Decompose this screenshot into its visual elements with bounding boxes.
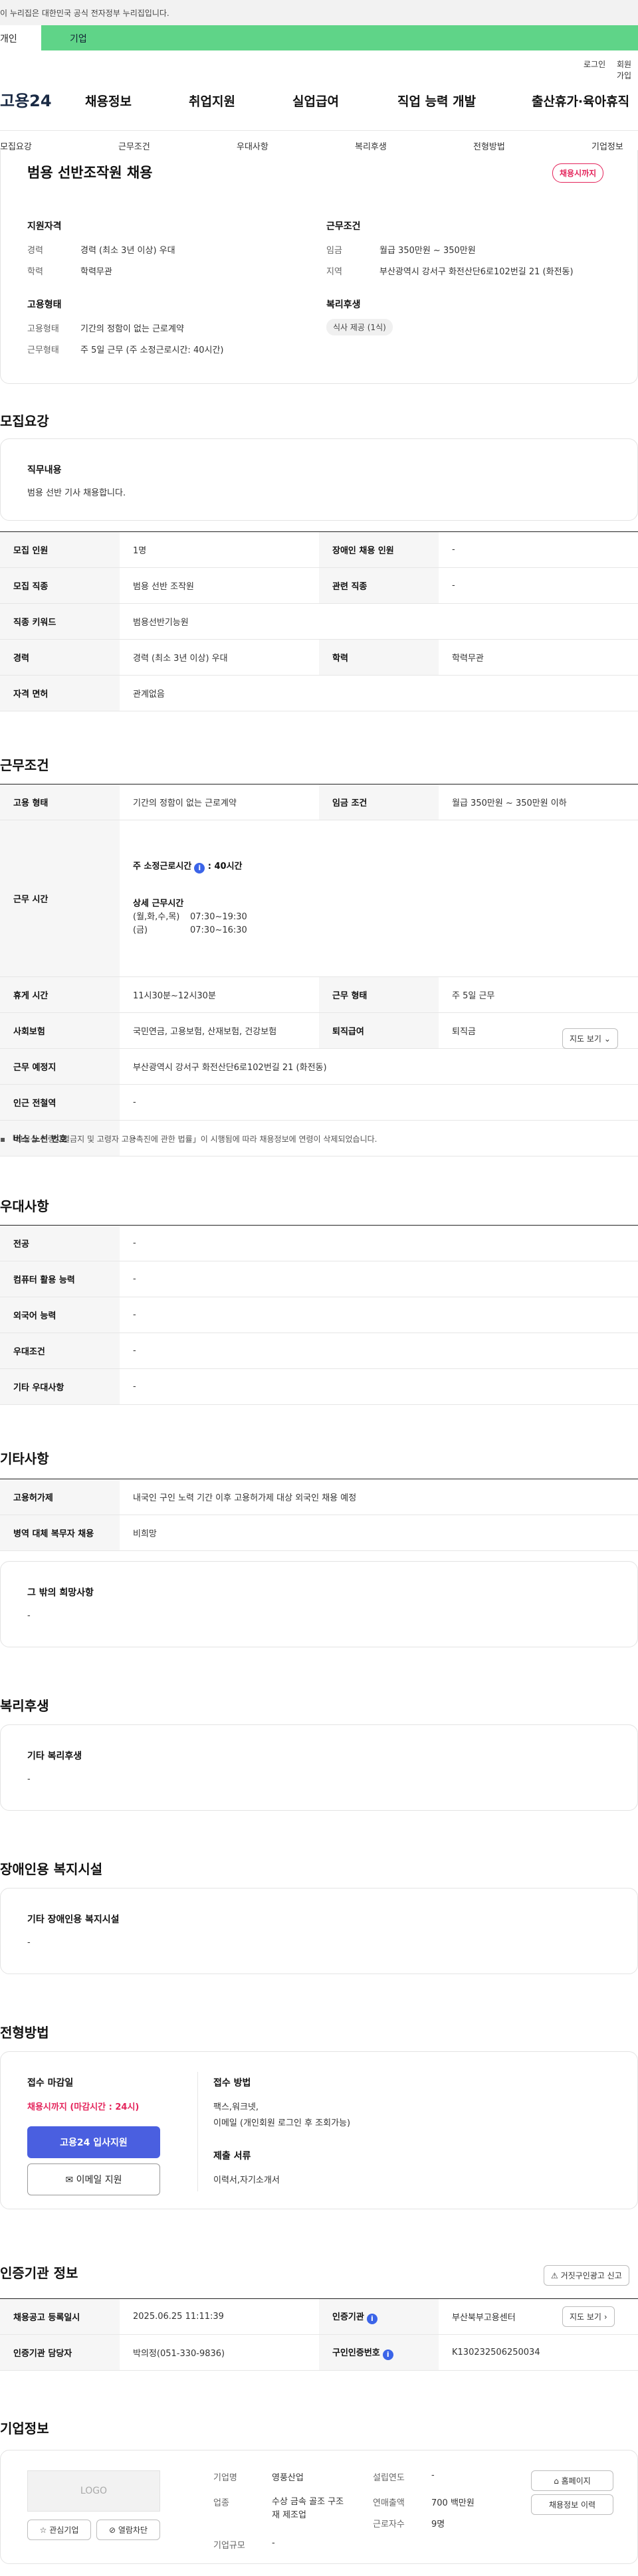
block-view-button[interactable]: ⊘ 열람차단 <box>96 2520 160 2540</box>
weekly-hours-label: 주 소정근로시간 <box>133 861 192 872</box>
etc-section-title: 기타사항 <box>0 1451 49 1467</box>
table-row: 외국어 능력 - <box>0 1297 638 1333</box>
summary-card: 범용 선반조작원 채용 채용시까지 지원자격 경력 경력 (최소 3년 이상) … <box>0 150 638 384</box>
block-icon: ⊘ <box>108 2526 116 2535</box>
wage-value: 월급 350만원 ~ 350만원 <box>379 246 476 256</box>
homepage-button[interactable]: ⌂ 홈페이지 <box>531 2470 613 2491</box>
tab-person[interactable]: 개인 <box>0 25 41 50</box>
mail-icon: ✉ <box>65 2175 74 2185</box>
table-row: 고용허가제 내국인 구인 노력 기간 이후 고용허가제 대상 외국인 채용 예정 <box>0 1479 638 1515</box>
table-row: 근무 시간 주 소정근로시간 i : 40시간 상세 근무시간 (월,화,수,목)… <box>0 820 638 977</box>
table-row: 고용 형태 기간의 정함이 없는 근로계약 임금 조건 월급 350만원 ~ 3… <box>0 784 638 820</box>
favorite-company-button[interactable]: ☆ 관심기업 <box>27 2520 91 2540</box>
company-name: 영풍산업 <box>272 2473 304 2483</box>
selection-section-title: 전형방법 <box>0 2025 49 2041</box>
table-row: 근무 예정지 부산광역시 강서구 화전산단6로102번길 21 (화전동) <box>0 1048 638 1085</box>
company-industry: 수상 금속 골조 구조재 제조업 <box>272 2497 344 2520</box>
site-logo[interactable]: 고용24 <box>0 88 52 111</box>
gnb-item-jobs[interactable]: 채용정보 <box>85 92 132 110</box>
table-row: 컴퓨터 활용 능력 - <box>0 1261 638 1297</box>
age-law-note: ▪ 「고용상 연령차별금지 및 고령자 고용촉진에 관한 법률」이 시행됨에 따… <box>0 1135 377 1144</box>
area-value: 부산광역시 강서구 화전산단6로102번길 21 (화전동) <box>379 267 574 277</box>
chevron-down-icon: ⌄ <box>603 1034 611 1044</box>
edu-value: 학력무관 <box>80 267 112 277</box>
info-icon[interactable]: i <box>366 2313 377 2324</box>
cert-map-button[interactable]: 지도 보기 › <box>562 2306 615 2327</box>
job-desc-card: 직무내용 범용 선반 기사 채용합니다. <box>0 438 638 521</box>
login-link[interactable]: 로그인 <box>584 58 605 70</box>
table-row: 사회보험 국민연금, 고용보험, 산재보험, 건강보험 퇴직급여 퇴직금 <box>0 1012 638 1049</box>
star-icon: ☆ <box>39 2526 47 2535</box>
gnb-item-employment-support[interactable]: 취업지원 <box>189 92 235 110</box>
disabled-section-title: 장애인용 복지시설 <box>0 1861 103 1877</box>
recruit-section-title: 모집요강 <box>0 413 49 429</box>
table-row: 채용공고 등록일시 2025.06.25 11:11:39 인증기관 i 부산북부… <box>0 2298 638 2335</box>
welfare-section-title: 복리후생 <box>0 1698 49 1714</box>
user-type-tabs: 개인 기업 <box>0 25 638 50</box>
join-link[interactable]: 회원가입 <box>617 58 638 81</box>
company-section-title: 기업정보 <box>0 2421 49 2437</box>
deadline-value: 채용시까지 (마감시간 : 24시) <box>27 2102 140 2112</box>
welfare-heading: 복리후생 <box>326 300 361 310</box>
email-apply-button[interactable]: ✉ 이메일 지원 <box>27 2163 160 2195</box>
table-row: 기타 우대사항 - <box>0 1368 638 1405</box>
career-value: 경력 (최소 3년 이상) 우대 <box>80 246 175 256</box>
table-row: 직종 키워드 범용선반기능원 <box>0 603 638 640</box>
other-wish-card: 그 밖의 희망사항 - <box>0 1561 638 1647</box>
status-badge: 채용시까지 <box>552 163 604 183</box>
report-fake-ad-button[interactable]: ⚠ 거짓구인광고 신고 <box>544 2265 629 2286</box>
home-icon: ⌂ <box>554 2476 559 2486</box>
gnb-item-unemployment-benefit[interactable]: 실업급여 <box>292 92 339 110</box>
apply-button[interactable]: 고용24 입사지원 <box>27 2126 160 2158</box>
emp-heading: 고용형태 <box>27 300 62 310</box>
pref-section-title: 우대사항 <box>0 1198 49 1214</box>
info-icon[interactable]: i <box>194 862 205 874</box>
cert-table: 채용공고 등록일시 2025.06.25 11:11:39 인증기관 i 부산북부… <box>0 2298 638 2371</box>
work-section-title: 근무조건 <box>0 757 49 773</box>
etc-table: 고용허가제 내국인 구인 노력 기간 이후 고용허가제 대상 외국인 채용 예정 … <box>0 1479 638 1551</box>
table-row: 모집 인원 1명 장애인 채용 인원 - <box>0 531 638 568</box>
welfare-chip: 식사 제공 (1식) <box>326 319 393 335</box>
disabled-card: 기타 장애인용 복지시설 - <box>0 1888 638 1974</box>
table-row: 인근 전철역 - <box>0 1084 638 1121</box>
job-desc-text: 범용 선반 기사 채용합니다. <box>27 488 126 498</box>
qual-heading: 지원자격 <box>27 221 62 232</box>
info-icon[interactable]: i <box>382 2349 393 2360</box>
table-row: 자격 면허 관계없음 <box>0 675 638 711</box>
work-table: 고용 형태 기간의 정함이 없는 근로계약 임금 조건 월급 350만원 ~ 3… <box>0 784 638 1156</box>
pref-table: 전공 - 컴퓨터 활용 능력 - 외국어 능력 - 우대조건 - 기타 우대사항 - <box>0 1225 638 1405</box>
table-row: 전공 - <box>0 1225 638 1261</box>
map-view-button[interactable]: 지도 보기 ⌄ <box>562 1028 618 1049</box>
welfare-card: 기타 복리후생 - <box>0 1724 638 1811</box>
job-history-button[interactable]: 채용정보 이력 <box>531 2494 613 2515</box>
gov-banner: 이 누리집은 대한민국 공식 전자정부 누리집입니다. <box>0 0 638 25</box>
company-card: LOGO ☆ 관심기업 ⊘ 열람차단 기업명 영풍산업 업종 수상 금속 골조 … <box>0 2450 638 2564</box>
chevron-right-icon: › <box>603 2312 607 2322</box>
recruit-table: 모집 인원 1명 장애인 채용 인원 - 모집 직종 범용 선반 조작원 관련 … <box>0 531 638 711</box>
gnb-item-parental-leave[interactable]: 출산휴가·육아휴직 <box>532 92 629 110</box>
gnb-item-skills[interactable]: 직업 능력 개발 <box>397 92 476 110</box>
siren-icon: ⚠ <box>551 2271 558 2280</box>
tab-corp[interactable]: 기업 <box>70 32 87 45</box>
table-row: 휴게 시간 11시30분~12시30분 근무 형태 주 5일 근무 <box>0 976 638 1013</box>
table-row: 모집 직종 범용 선반 조작원 관련 직종 - <box>0 567 638 604</box>
table-row: 병역 대체 복무자 채용 비희망 <box>0 1515 638 1551</box>
job-title: 범용 선반조작원 채용 <box>27 165 153 181</box>
worktype-value: 주 5일 근무 (주 소정근로시간: 40시간) <box>80 345 224 355</box>
selection-card: 접수 마감일 채용시까지 (마감시간 : 24시) 고용24 입사지원 ✉ 이메… <box>0 2051 638 2209</box>
cert-section-title: 인증기관 정보 <box>0 2265 78 2281</box>
emptype-value: 기간의 정함이 없는 근로계약 <box>80 324 184 334</box>
table-row: 경력 경력 (최소 3년 이상) 우대 학력 학력무관 <box>0 639 638 676</box>
table-row: 우대조건 - <box>0 1333 638 1369</box>
table-row: 인증기관 담당자 박의정(051-330-9836) 구인인증번호 i K1302… <box>0 2334 638 2371</box>
company-logo: LOGO <box>27 2470 160 2512</box>
cond-heading: 근무조건 <box>326 221 361 232</box>
